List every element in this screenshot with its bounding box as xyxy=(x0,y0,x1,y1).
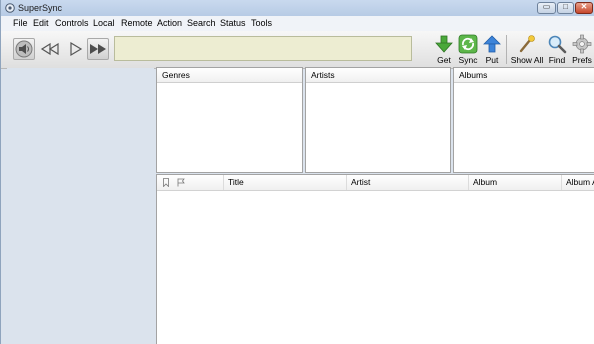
artists-header[interactable]: Artists xyxy=(306,68,450,83)
app-logo-icon xyxy=(5,3,15,13)
up-arrow-icon xyxy=(483,35,501,53)
flag-icon[interactable] xyxy=(177,178,185,187)
albums-pane[interactable]: Albums xyxy=(453,67,594,173)
next-button[interactable] xyxy=(87,38,109,60)
column-album[interactable]: Album xyxy=(468,175,561,190)
bookmark-icon[interactable] xyxy=(163,178,169,187)
speaker-icon xyxy=(15,40,33,58)
sync-icon xyxy=(458,34,478,54)
menu-bar: File Edit Controls Local Remote Action S… xyxy=(1,16,594,32)
source-sidebar[interactable] xyxy=(7,68,154,344)
maximize-button[interactable]: □ xyxy=(557,2,574,14)
column-title[interactable]: Title xyxy=(223,175,346,190)
get-label: Get xyxy=(437,55,451,65)
volume-button[interactable] xyxy=(13,38,35,60)
close-button[interactable]: ✕ xyxy=(575,2,593,14)
app-window: SuperSync ▭ □ ✕ File Edit Controls Local… xyxy=(0,0,594,344)
sync-button[interactable]: Sync xyxy=(457,33,479,67)
sync-label: Sync xyxy=(458,55,478,65)
previous-button[interactable] xyxy=(39,38,61,60)
menu-file[interactable]: File xyxy=(13,18,28,28)
menu-remote[interactable]: Remote xyxy=(121,18,153,28)
window-title: SuperSync xyxy=(18,3,63,13)
menu-tools[interactable]: Tools xyxy=(251,18,272,28)
column-album-artist[interactable]: Album A xyxy=(561,175,594,190)
menu-edit[interactable]: Edit xyxy=(33,18,49,28)
minimize-icon: ▭ xyxy=(542,2,551,11)
menu-status[interactable]: Status xyxy=(220,18,246,28)
genres-header[interactable]: Genres xyxy=(157,68,302,83)
get-button[interactable]: Get xyxy=(433,33,455,67)
column-artist[interactable]: Artist xyxy=(346,175,468,190)
maximize-icon: □ xyxy=(563,2,568,11)
previous-icon xyxy=(40,42,59,56)
play-button[interactable] xyxy=(64,38,86,60)
toolbar-separator xyxy=(506,35,507,64)
menu-local[interactable]: Local xyxy=(93,18,115,28)
find-button[interactable]: Find xyxy=(546,33,568,67)
wand-icon xyxy=(519,35,535,53)
close-icon: ✕ xyxy=(580,2,588,11)
gear-icon xyxy=(572,34,592,54)
menu-search[interactable]: Search xyxy=(187,18,216,28)
show-all-button[interactable]: Show All xyxy=(510,33,544,67)
artists-pane[interactable]: Artists xyxy=(305,67,451,173)
menu-action[interactable]: Action xyxy=(157,18,182,28)
menu-controls[interactable]: Controls xyxy=(55,18,89,28)
track-table[interactable]: Title Artist Album Album A xyxy=(156,174,594,344)
title-bar[interactable]: SuperSync ▭ □ ✕ xyxy=(1,0,594,16)
prefs-button[interactable]: Prefs xyxy=(570,33,594,67)
next-icon xyxy=(90,44,106,54)
prefs-label: Prefs xyxy=(572,55,592,65)
albums-header[interactable]: Albums xyxy=(454,68,594,83)
toolbar: Get Sync Put Show All Find Prefs xyxy=(1,31,594,69)
magnifier-icon xyxy=(548,35,567,54)
genres-pane[interactable]: Genres xyxy=(156,67,303,173)
show-all-label: Show All xyxy=(510,55,544,65)
down-arrow-icon xyxy=(435,35,453,53)
find-label: Find xyxy=(548,55,566,65)
play-icon xyxy=(70,41,83,57)
put-button[interactable]: Put xyxy=(481,33,503,67)
now-playing-display xyxy=(114,36,412,61)
track-table-header: Title Artist Album Album A xyxy=(157,175,594,191)
minimize-button[interactable]: ▭ xyxy=(537,2,556,14)
put-label: Put xyxy=(485,55,499,65)
